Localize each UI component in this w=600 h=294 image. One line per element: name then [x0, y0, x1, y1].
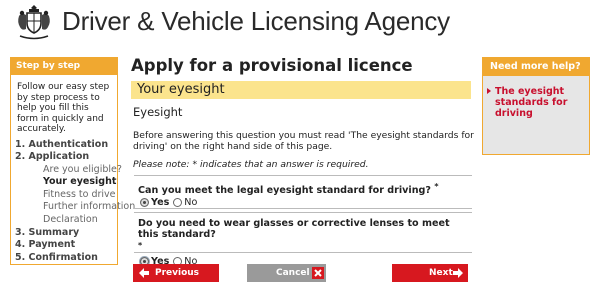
close-icon — [312, 267, 324, 279]
substep-eyesight-current: Your eyesight — [43, 176, 117, 188]
substep-further-info: Further information — [43, 201, 136, 213]
step-by-step-panel: Step by step Follow our easy step by ste… — [10, 57, 136, 265]
help-panel-title: Need more help? — [483, 58, 589, 76]
step-application-label: 2. Application — [15, 151, 90, 163]
question-text: Can you meet the legal eyesight standard… — [138, 185, 431, 197]
eyesight-standards-link[interactable]: The eyesight standards for driving — [487, 86, 575, 119]
question-eyesight-standard: Can you meet the legal eyesight standard… — [134, 175, 472, 209]
cancel-button-label: Cancel — [276, 268, 310, 278]
step-application: 2. Application — [15, 151, 117, 164]
radio-yes-selected[interactable] — [140, 198, 149, 208]
next-button-label: Next — [429, 268, 453, 278]
radio-no[interactable] — [173, 198, 183, 208]
eyesight-intro-text: Before answering this question you must … — [133, 130, 474, 152]
required-marker: * — [138, 241, 143, 250]
arrow-right-icon — [453, 268, 463, 278]
caret-right-icon — [487, 88, 491, 94]
substep-fitness: Fitness to drive — [43, 188, 116, 200]
cancel-button[interactable]: Cancel — [247, 264, 326, 282]
royal-coat-of-arms-icon — [18, 5, 50, 40]
previous-button[interactable]: Previous — [133, 264, 219, 282]
radio-no-label[interactable]: No — [184, 197, 197, 208]
page-title: Apply for a provisional licence — [131, 56, 413, 75]
section-title: Your eyesight — [137, 82, 225, 97]
step-payment: 4. Payment — [15, 239, 76, 251]
section-header-bar: Your eyesight — [131, 81, 471, 99]
step-panel-intro: Follow our easy step by step process to … — [17, 82, 110, 134]
arrow-left-icon — [139, 268, 149, 278]
agency-name: Driver & Vehicle Licensing Agency — [62, 6, 450, 36]
radio-group: Yes No — [134, 197, 472, 208]
question-label: Can you meet the legal eyesight standard… — [134, 176, 472, 196]
required-note: Please note: * indicates that an answer … — [133, 159, 369, 170]
question-corrective-lenses: Do you need to wear glasses or correctiv… — [134, 212, 472, 267]
question-label: Do you need to wear glasses or correctiv… — [134, 213, 472, 255]
site-header: Driver & Vehicle Licensing Agency — [0, 0, 600, 46]
question-text: Do you need to wear glasses or correctiv… — [138, 218, 450, 240]
required-marker: * — [434, 182, 439, 191]
radio-yes-label[interactable]: Yes — [151, 197, 169, 208]
help-panel: Need more help? The eyesight standards f… — [482, 57, 590, 155]
step-panel-title: Step by step — [11, 58, 117, 75]
eyesight-subheading: Eyesight — [133, 105, 183, 119]
step-list: 1. Authentication 2. Application Are you… — [11, 135, 136, 265]
step-summary: 3. Summary — [15, 226, 80, 238]
substep-eligibility: Are you eligible? — [43, 163, 122, 175]
eyesight-standards-link-text[interactable]: The eyesight standards for driving — [495, 86, 567, 119]
application-substeps: Are you eligible? Your eyesight Fitness … — [15, 163, 136, 227]
step-confirmation: 5. Confirmation — [15, 251, 98, 263]
substep-declaration: Declaration — [43, 214, 98, 226]
step-authentication: 1. Authentication — [15, 138, 109, 150]
next-button[interactable]: Next — [392, 264, 468, 282]
previous-button-label: Previous — [155, 268, 200, 278]
